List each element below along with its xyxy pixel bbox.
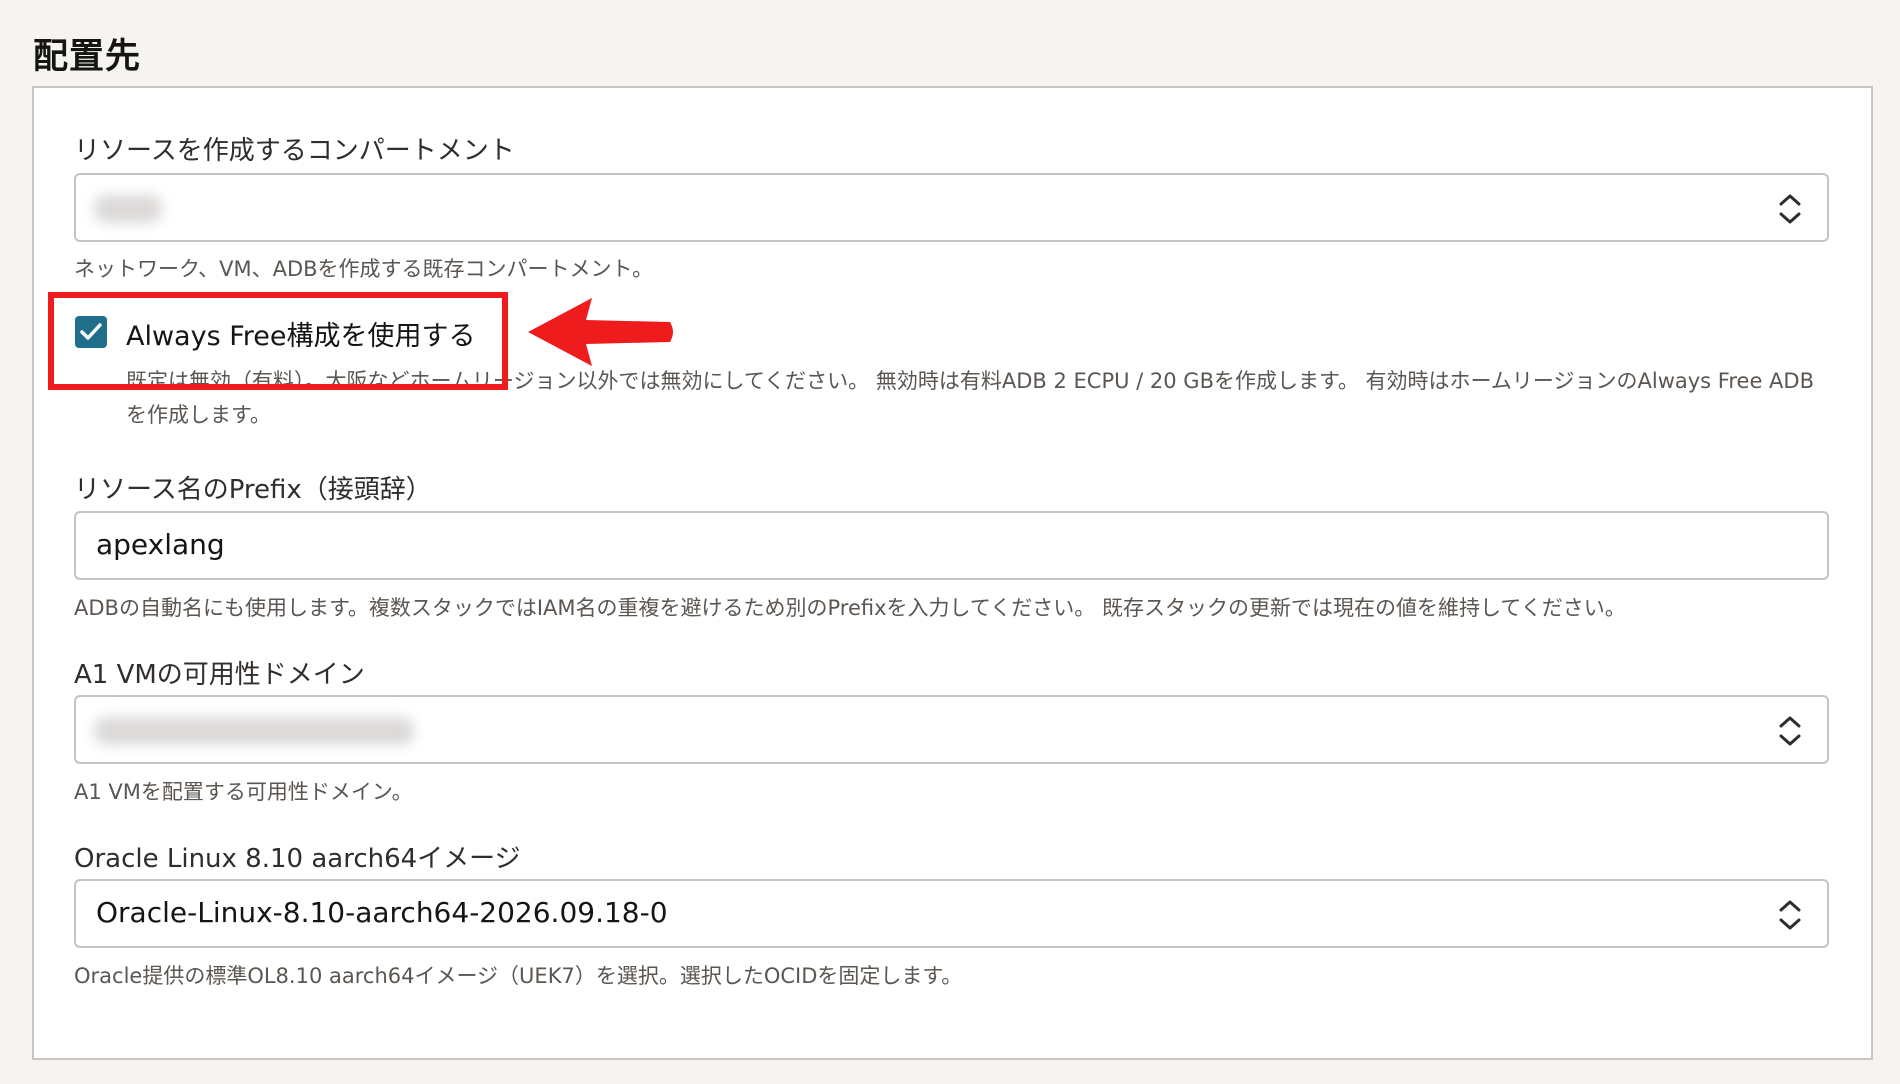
chevron-updown-icon <box>1779 716 1801 746</box>
compartment-help: ネットワーク、VM、ADBを作成する既存コンパートメント。 <box>74 257 654 281</box>
always-free-label[interactable]: Always Free構成を使用する <box>126 314 476 353</box>
prefix-input[interactable]: apexlang <box>74 511 1829 580</box>
availability-domain-label: A1 VMの可用性ドメイン <box>74 660 365 690</box>
compartment-select[interactable] <box>74 173 1829 242</box>
checkmark-icon <box>80 323 102 340</box>
chevron-updown-icon <box>1779 900 1801 930</box>
availability-domain-value-redacted <box>94 717 414 745</box>
availability-domain-help: A1 VMを配置する可用性ドメイン。 <box>74 780 413 804</box>
compartment-value-redacted <box>94 195 162 223</box>
compartment-label: リソースを作成するコンパートメント <box>74 136 515 166</box>
image-select[interactable]: Oracle-Linux-8.10-aarch64-2026.09.18-0 <box>74 879 1829 948</box>
always-free-help: 既定は無効（有料）。大阪などホームリージョン以外では無効にしてください。 無効時… <box>126 369 1814 427</box>
annotation-arrow-icon <box>528 298 673 366</box>
chevron-updown-icon <box>1779 194 1801 224</box>
section-title: 配置先 <box>33 37 142 77</box>
prefix-label: リソース名のPrefix（接頭辞） <box>74 475 432 505</box>
image-select-value: Oracle-Linux-8.10-aarch64-2026.09.18-0 <box>96 896 668 929</box>
always-free-checkbox[interactable] <box>75 316 107 348</box>
prefix-help: ADBの自動名にも使用します。複数スタックではIAM名の重複を避けるため別のPr… <box>74 596 1626 620</box>
availability-domain-select[interactable] <box>74 695 1829 764</box>
image-help: Oracle提供の標準OL8.10 aarch64イメージ（UEK7）を選択。選… <box>74 964 963 988</box>
prefix-input-value: apexlang <box>96 528 225 561</box>
image-label: Oracle Linux 8.10 aarch64イメージ <box>74 844 521 874</box>
